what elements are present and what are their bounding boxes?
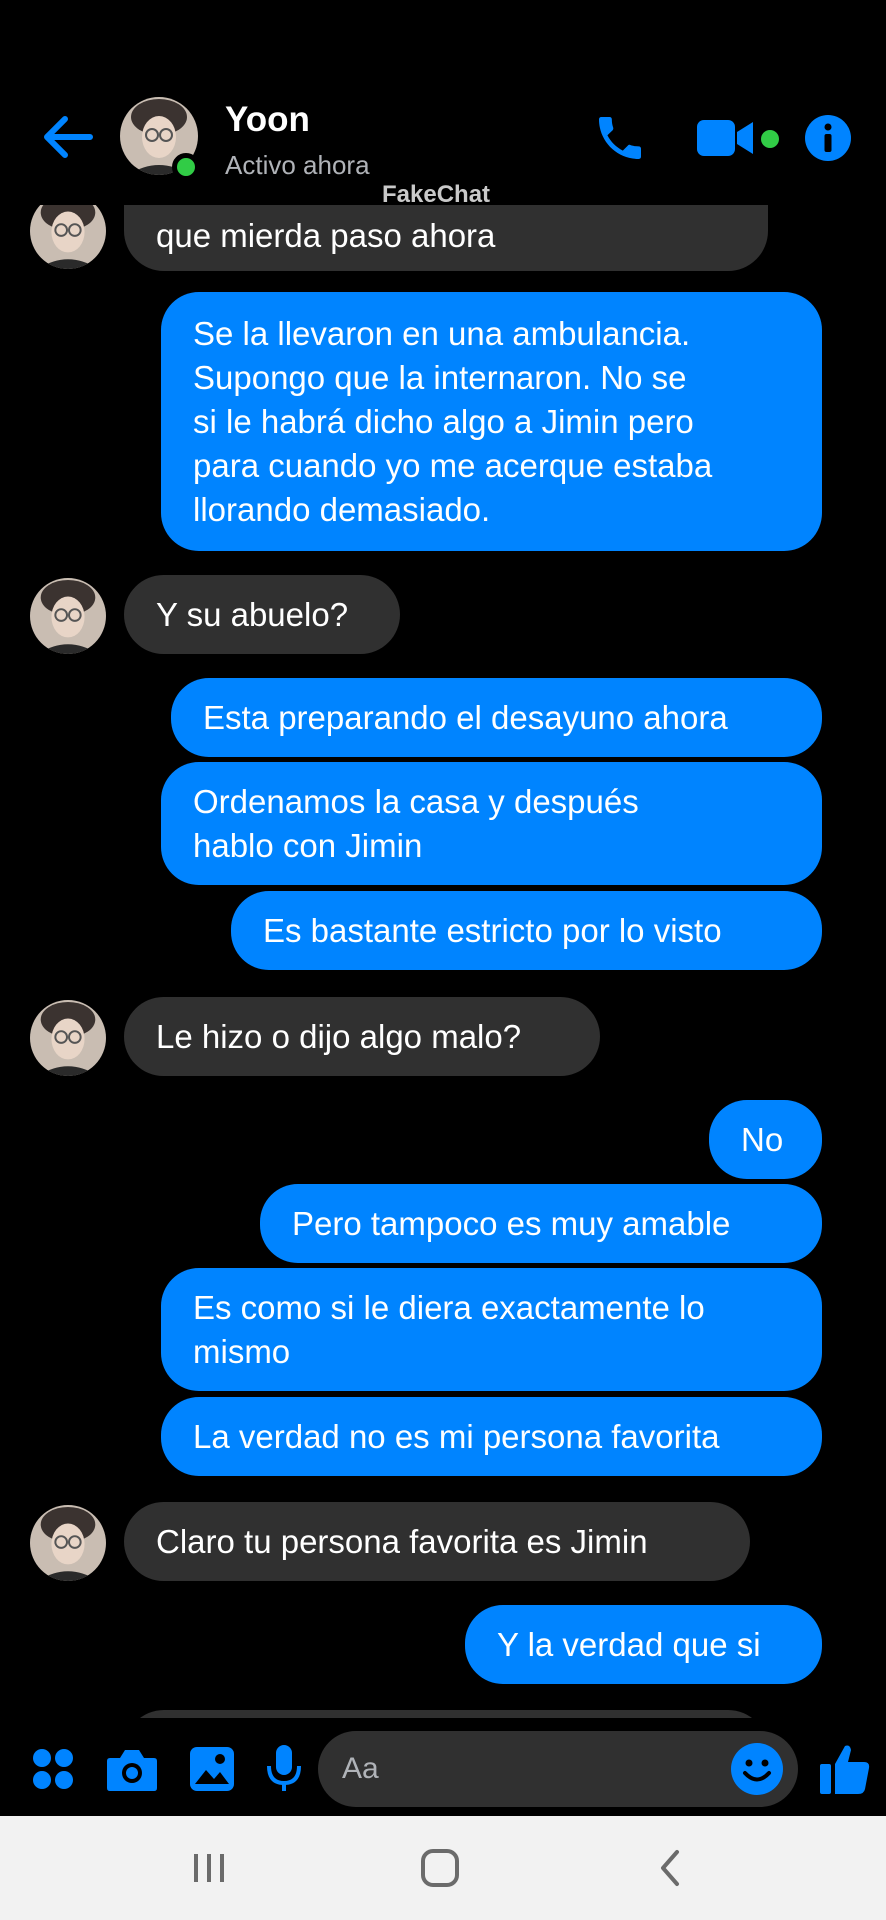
message-bubble-outgoing[interactable]: Pero tampoco es muy amable (260, 1184, 822, 1263)
recent-apps-icon[interactable] (183, 1846, 235, 1890)
apps-icon[interactable] (32, 1748, 74, 1790)
video-online-dot (761, 130, 779, 148)
camera-icon[interactable] (106, 1746, 158, 1792)
message-bubble-outgoing[interactable]: Es bastante estricto por lo visto (231, 891, 822, 970)
phone-icon[interactable] (592, 110, 648, 166)
contact-avatar (30, 205, 106, 269)
message-bubble-incoming[interactable]: Claro tu persona favorita es Jimin (124, 1502, 750, 1581)
back-nav-icon[interactable] (645, 1846, 697, 1890)
video-camera-icon[interactable] (695, 116, 757, 160)
contact-avatar (30, 578, 106, 654)
message-bubble-outgoing[interactable]: Esta preparando el desayuno ahora (171, 678, 822, 757)
contact-avatar (30, 1505, 106, 1581)
online-indicator (172, 153, 200, 181)
contact-avatar (30, 1000, 106, 1076)
system-navigation-bar (0, 1816, 886, 1920)
contact-name[interactable]: Yoon (225, 100, 310, 140)
avatar-photo (30, 1505, 106, 1581)
avatar-photo (30, 578, 106, 654)
info-icon[interactable] (804, 114, 852, 162)
message-bubble-incoming[interactable]: Y su abuelo? (124, 575, 400, 654)
microphone-icon[interactable] (266, 1744, 302, 1794)
message-bubble-outgoing[interactable]: Ordenamos la casa y después hablo con Ji… (161, 762, 822, 885)
message-bubble-incoming[interactable]: Le hizo o dijo algo malo? (124, 997, 600, 1076)
message-bubble-outgoing[interactable]: Es como si le diera exactamente lo mismo (161, 1268, 822, 1391)
message-input[interactable] (342, 1746, 712, 1792)
message-bubble-outgoing[interactable]: Se la llevaron en una ambulancia. Supong… (161, 292, 822, 551)
message-list[interactable]: que mierda paso ahora Se la llevaron en … (0, 205, 886, 1718)
chat-header: Yoon Activo ahora FakeChat (0, 0, 886, 208)
message-bubble-incoming[interactable]: que mierda paso ahora (124, 205, 768, 271)
avatar-photo (30, 1000, 106, 1076)
home-icon[interactable] (414, 1846, 466, 1890)
back-arrow-icon[interactable] (38, 108, 96, 166)
watermark: FakeChat (382, 181, 491, 208)
message-bubble-incoming-partial (124, 1710, 768, 1718)
gallery-icon[interactable] (189, 1746, 235, 1792)
avatar-photo (30, 205, 106, 269)
message-bubble-outgoing[interactable]: La verdad no es mi persona favorita (161, 1397, 822, 1476)
message-composer (0, 1718, 886, 1816)
contact-status: Activo ahora (225, 150, 370, 180)
emoji-icon[interactable] (730, 1742, 784, 1796)
message-bubble-outgoing[interactable]: Y la verdad que si (465, 1605, 822, 1684)
like-icon[interactable] (819, 1742, 871, 1796)
message-bubble-outgoing[interactable]: No (709, 1100, 822, 1179)
